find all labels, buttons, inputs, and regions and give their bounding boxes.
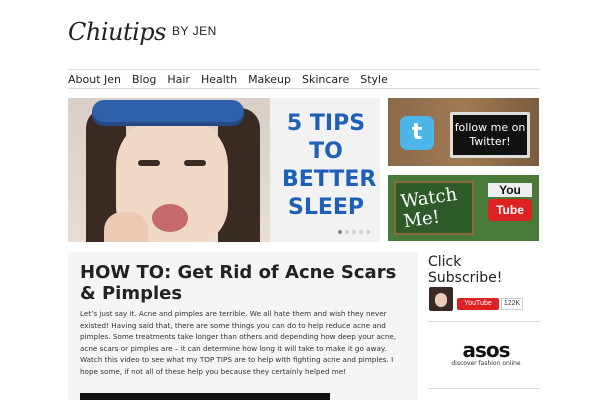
twitter-screen: follow me on Twitter! xyxy=(450,112,530,158)
slider-dot[interactable] xyxy=(345,230,349,234)
slider-dot[interactable] xyxy=(352,230,356,234)
blog-post: HOW TO: Get Rid of Acne Scars & Pimples … xyxy=(68,252,418,400)
asos-tagline: discover fashion online xyxy=(451,360,521,367)
nav-item-makeup[interactable]: Makeup xyxy=(248,73,291,86)
youtube-logo-tube: Tube xyxy=(488,199,532,221)
avatar[interactable] xyxy=(429,287,453,311)
hero-eye-left xyxy=(138,160,160,166)
post-title[interactable]: HOW TO: Get Rid of Acne Scars & Pimples xyxy=(80,262,410,304)
page: Chiutips BY JEN About Jen Blog Hair Heal… xyxy=(0,0,600,400)
sleep-mask xyxy=(92,100,244,126)
post-body: Let’s just say it. Acne and pimples are … xyxy=(80,309,397,376)
twitter-banner[interactable]: t follow me on Twitter! xyxy=(388,98,539,166)
asos-ad[interactable]: asos discover fashion online xyxy=(446,340,526,367)
nav-item-skincare[interactable]: Skincare xyxy=(302,73,349,86)
subscriber-count: 122K xyxy=(501,298,523,310)
slider-dot[interactable] xyxy=(366,230,370,234)
hero-headline: 5 TIPS TO BETTER SLEEP xyxy=(282,111,377,220)
chalkboard: Watch Me! xyxy=(394,181,474,235)
hero-eye-right xyxy=(184,160,206,166)
hero-photo xyxy=(68,98,270,242)
youtube-banner[interactable]: Watch Me! You Tube xyxy=(388,175,539,241)
youtube-logo-you: You xyxy=(488,183,532,197)
hero-slider[interactable]: 5 TIPS TO BETTER SLEEP xyxy=(68,98,380,242)
twitter-bird-icon: t xyxy=(400,116,434,150)
video-embed[interactable] xyxy=(80,393,330,400)
watch-me-text: Watch Me! xyxy=(399,183,459,233)
slider-dots xyxy=(338,230,370,234)
sidebar-divider xyxy=(428,321,540,322)
hero-mouth xyxy=(152,204,188,232)
sidebar-divider xyxy=(428,388,540,389)
subscribe-button[interactable]: YouTube xyxy=(457,298,499,310)
nav-item-hair[interactable]: Hair xyxy=(167,73,190,86)
main-nav: About Jen Blog Hair Health Makeup Skinca… xyxy=(68,69,540,89)
slider-dot[interactable] xyxy=(338,230,342,234)
sidebar-title: Click Subscribe! xyxy=(428,254,503,286)
slider-dot[interactable] xyxy=(359,230,363,234)
youtube-subscribe-widget: YouTube 122K xyxy=(429,287,539,311)
site-logo[interactable]: Chiutips BY JEN xyxy=(68,12,217,46)
hero-hand xyxy=(104,212,148,242)
youtube-logo-icon: You Tube xyxy=(488,183,532,221)
asos-logo: asos xyxy=(462,338,510,362)
logo-script: Chiutips xyxy=(68,18,166,46)
nav-item-health[interactable]: Health xyxy=(201,73,237,86)
nav-item-blog[interactable]: Blog xyxy=(132,73,156,86)
logo-byline: BY JEN xyxy=(171,24,217,38)
nav-item-style[interactable]: Style xyxy=(360,73,388,86)
nav-item-about-jen[interactable]: About Jen xyxy=(68,73,121,86)
